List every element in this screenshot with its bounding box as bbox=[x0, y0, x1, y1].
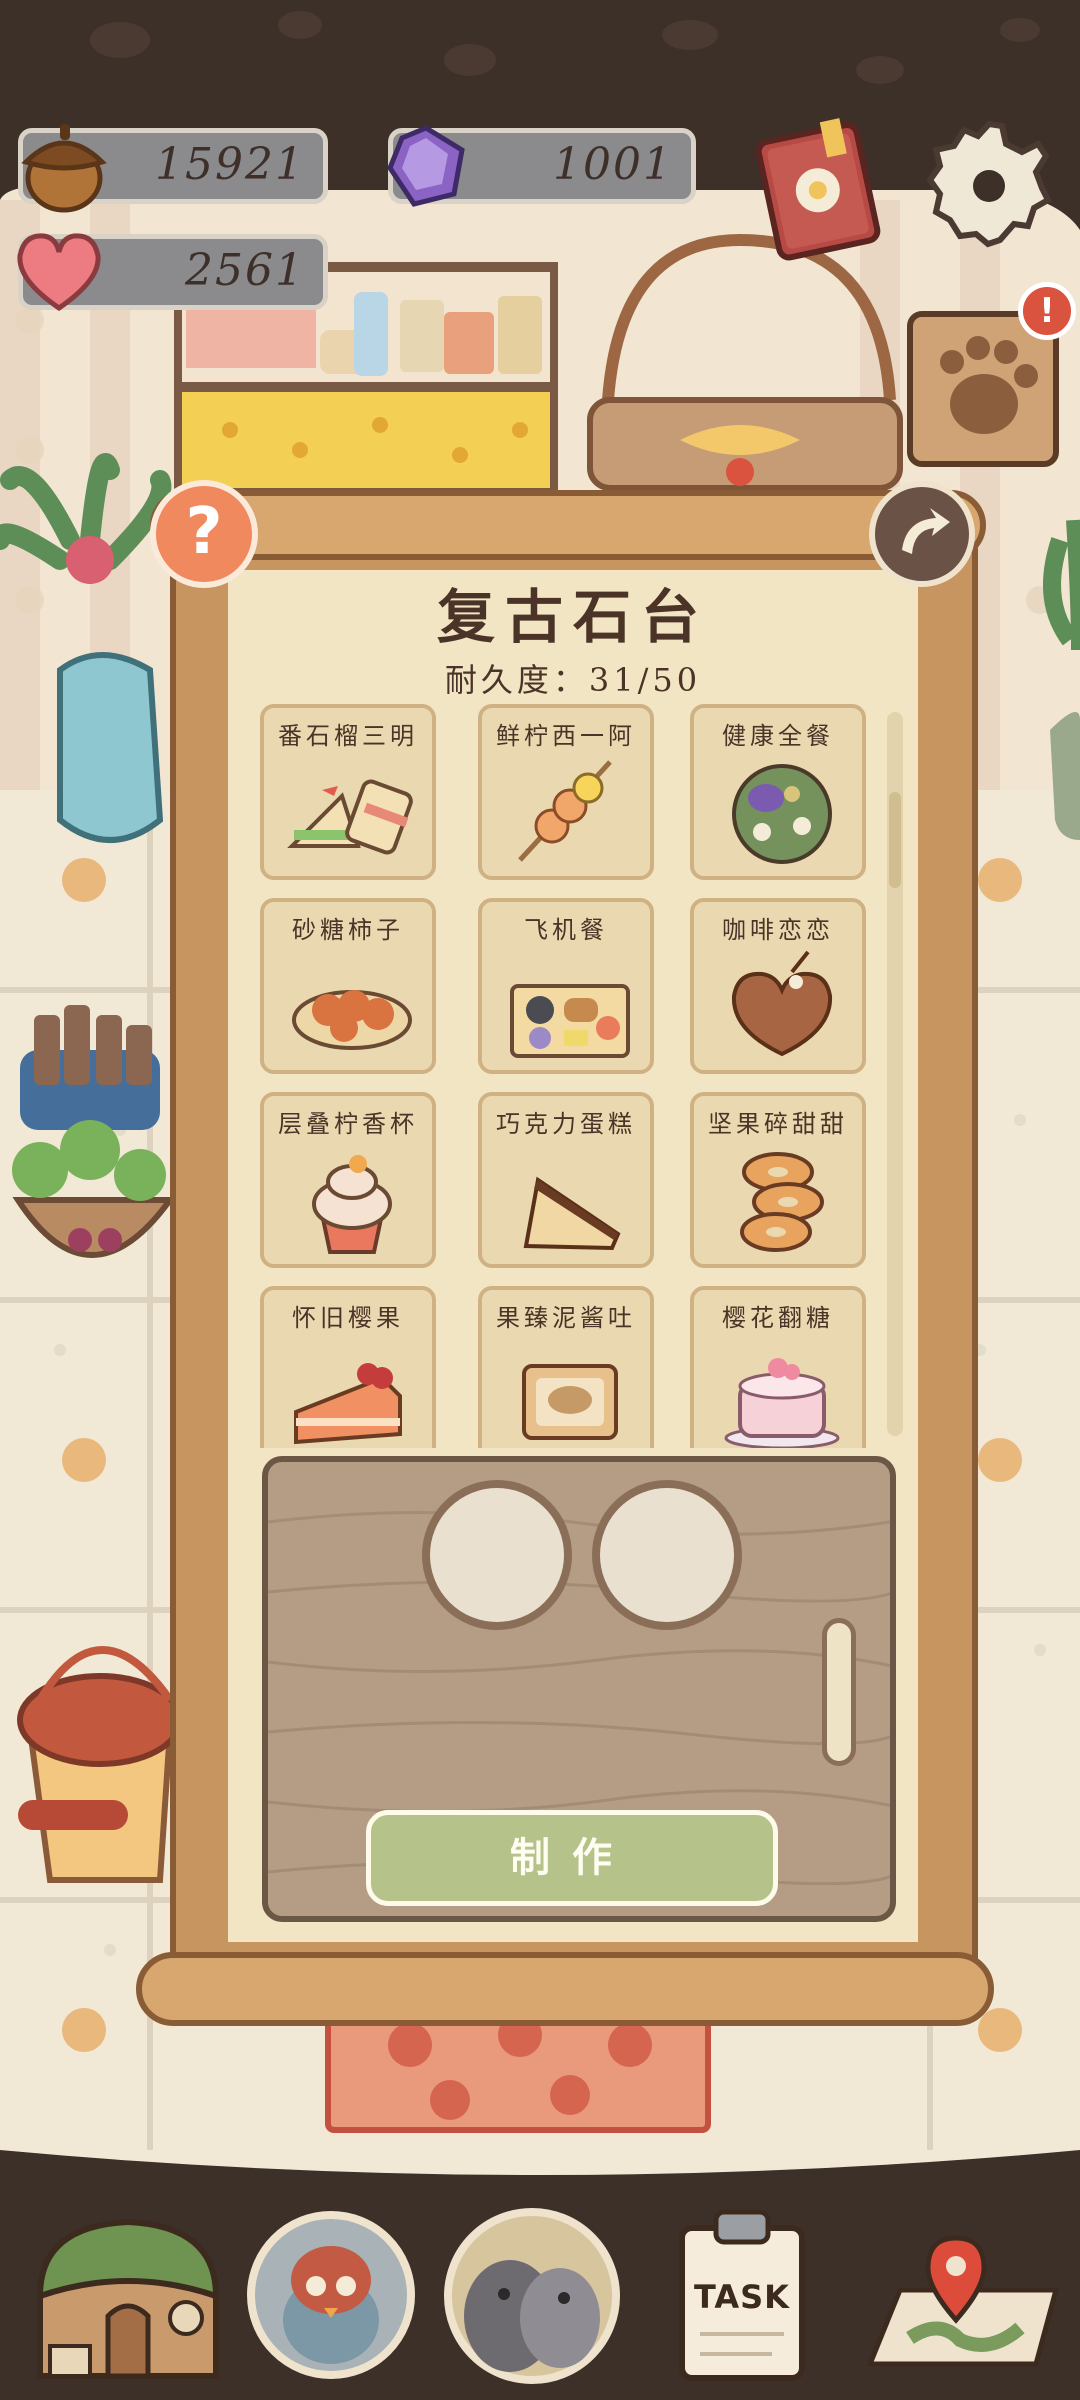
scrollbar-thumb[interactable] bbox=[889, 792, 901, 888]
persimmon-plate-icon bbox=[292, 990, 412, 1050]
durability-text: 耐久度：31/50 bbox=[444, 661, 702, 699]
recipe-card[interactable]: 坚果碎甜甜 bbox=[690, 1092, 866, 1268]
recipe-card[interactable]: 樱花翻糖 bbox=[690, 1286, 866, 1448]
recipe-card[interactable]: 健康全餐 bbox=[690, 704, 866, 880]
house-icon[interactable] bbox=[30, 2206, 226, 2386]
panel-top-rod bbox=[150, 490, 986, 560]
recipe-card[interactable]: 飞机餐 bbox=[478, 898, 654, 1074]
birds-icon[interactable] bbox=[440, 2206, 624, 2386]
purple-gem-icon bbox=[387, 125, 465, 207]
recipe-card[interactable]: 怀旧樱果 bbox=[260, 1286, 436, 1448]
shrimp-skewer-icon bbox=[518, 760, 612, 862]
toast-icon bbox=[522, 1364, 618, 1440]
recipe-name: 飞机餐 bbox=[524, 916, 608, 944]
ingredient-slot-1[interactable] bbox=[422, 1480, 572, 1630]
alert-badge: ! bbox=[1018, 282, 1076, 340]
chocolate-cake-icon bbox=[523, 1176, 621, 1251]
healthy-bowl-icon bbox=[732, 764, 832, 864]
acorn-value: 15921 bbox=[155, 139, 305, 190]
penguin-avatar-icon[interactable] bbox=[246, 2210, 416, 2380]
recipe-card[interactable]: 果臻泥酱吐 bbox=[478, 1286, 654, 1448]
cherry-cake-slice-icon bbox=[294, 1363, 402, 1445]
heart-value: 2561 bbox=[185, 245, 305, 296]
gem-value: 1001 bbox=[553, 139, 673, 190]
cupcake-icon bbox=[312, 1155, 392, 1254]
heart-cake-icon bbox=[731, 950, 833, 1057]
recipe-grid: 番石榴三明 鲜柠西一阿 健康全餐 砂糖柿子 飞机餐 咖啡恋恋 层叠柠香杯 巧克力… bbox=[256, 700, 876, 1448]
heart-icon bbox=[17, 233, 101, 312]
recipe-card[interactable]: 咖啡恋恋 bbox=[690, 898, 866, 1074]
recipe-name: 咖啡恋恋 bbox=[722, 916, 834, 944]
recipe-name: 鲜柠西一阿 bbox=[496, 722, 636, 750]
meal-tray-icon bbox=[510, 984, 630, 1058]
map-pin-icon[interactable] bbox=[860, 2228, 1066, 2378]
recipe-name: 健康全餐 bbox=[722, 722, 834, 750]
recipe-name: 怀旧樱果 bbox=[292, 1304, 404, 1332]
recipe-name: 层叠柠香杯 bbox=[278, 1110, 418, 1138]
recipe-name: 果臻泥酱吐 bbox=[496, 1304, 636, 1332]
sandwich-icon bbox=[287, 779, 413, 855]
acorn-icon bbox=[21, 124, 107, 213]
recipe-card[interactable]: 砂糖柿子 bbox=[260, 898, 436, 1074]
craft-button[interactable]: 制作 bbox=[366, 1810, 778, 1906]
recipe-card[interactable]: 番石榴三明 bbox=[260, 704, 436, 880]
panel-bottom-rod bbox=[136, 1952, 994, 2026]
donut-stack-icon bbox=[740, 1152, 824, 1252]
ingredient-slot-2[interactable] bbox=[592, 1480, 742, 1630]
recipe-name: 坚果碎甜甜 bbox=[708, 1110, 848, 1138]
recipe-card[interactable]: 鲜柠西一阿 bbox=[478, 704, 654, 880]
recipe-name: 番石榴三明 bbox=[278, 722, 418, 750]
panel-title: 复古石台 bbox=[436, 583, 709, 651]
recipe-name: 砂糖柿子 bbox=[292, 916, 404, 944]
recipe-card[interactable]: 巧克力蛋糕 bbox=[478, 1092, 654, 1268]
task-label: TASK bbox=[694, 2278, 790, 2316]
task-clipboard-icon[interactable]: TASK bbox=[676, 2204, 808, 2384]
gear-icon[interactable] bbox=[924, 116, 1054, 256]
recipe-name: 巧克力蛋糕 bbox=[496, 1110, 636, 1138]
recipe-book-icon[interactable] bbox=[752, 118, 886, 264]
sakura-cake-icon bbox=[724, 1358, 840, 1448]
recipe-card[interactable]: 层叠柠香杯 bbox=[260, 1092, 436, 1268]
recipe-name: 樱花翻糖 bbox=[722, 1304, 834, 1332]
table-drawer-handle bbox=[822, 1618, 856, 1766]
